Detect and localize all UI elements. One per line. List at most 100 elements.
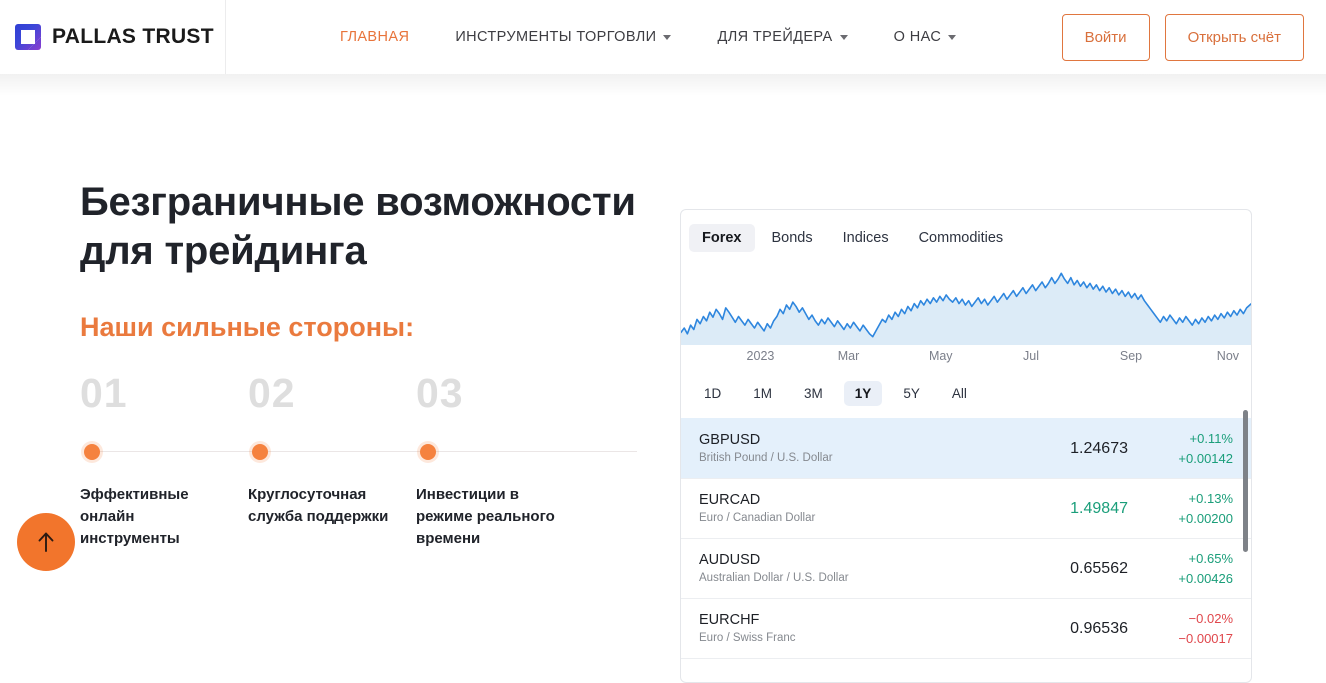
strength-title-02: Круглосуточная служба поддержки [248,486,389,526]
nav-item-about-us-label: О НАС [893,29,942,45]
chart-x-axis: 2023 Mar May Jul Sep Nov [681,349,1251,371]
quote-change: −0.02% −0.00017 [1128,609,1233,649]
price-area-chart [681,265,1251,345]
market-quotes-widget: Forex Bonds Indices Commodities 2023 Mar M… [680,209,1252,683]
quote-description: British Pound / U.S. Dollar [699,452,833,465]
nav-item-home[interactable]: ГЛАВНАЯ [340,29,409,45]
quote-info: EURCHF Euro / Swiss Franc [699,610,1010,648]
quote-change-pct: +0.11% [1189,430,1234,446]
nav-item-home-label: ГЛАВНАЯ [340,29,410,45]
hero-text-block: Безграничные возможности для трейдинга Н… [80,178,660,343]
quote-change-abs: +0.00426 [1178,570,1233,586]
quote-description: Australian Dollar / U.S. Dollar [699,572,849,585]
timeline-dot-01 [84,444,100,460]
quote-change-pct: −0.14% [1128,679,1233,682]
timeline-dot-02 [252,444,268,460]
range-5y[interactable]: 5Y [892,381,931,406]
range-3m[interactable]: 3M [793,381,834,406]
quote-change-pct: +0.13% [1188,490,1233,506]
x-axis-tick-sep: Sep [1119,349,1143,363]
quote-symbol: AUDUSD [699,551,761,568]
range-1m[interactable]: 1M [742,381,783,406]
table-row[interactable]: AUDUSD Australian Dollar / U.S. Dollar 0… [681,538,1251,598]
scroll-to-top-button[interactable] [17,513,75,571]
quote-symbol: EURCHF [699,611,760,628]
tab-forex[interactable]: Forex [689,224,755,252]
quote-change: −0.14% [1128,679,1233,682]
nav-item-about-us[interactable]: О НАС [894,29,957,45]
strength-number-02: 02 [248,370,296,416]
range-1y[interactable]: 1Y [843,381,883,406]
quote-info: GBPCHF [699,678,1010,682]
quote-symbol: GBPUSD [699,431,761,448]
quote-price: 1.49847 [1070,499,1128,517]
page-content: Безграничные возможности для трейдинга Н… [0,74,1326,683]
nav-item-trading-instruments-label: ИНСТРУМЕНТЫ ТОРГОВЛИ [455,29,657,45]
quote-description: Euro / Swiss Franc [699,632,796,645]
quote-change-pct: +0.65% [1188,550,1233,566]
strength-title-03: Инвестиции в режиме реального времени [416,486,555,548]
strengths-titles: Эффективные онлайн инструменты Круглосут… [80,484,680,550]
strength-number-02-wrap: 02 [248,370,416,417]
strengths-timeline [80,441,680,463]
page-title: Безграничные возможности для трейдинга [80,180,636,273]
quote-info: EURCAD Euro / Canadian Dollar [699,490,1010,528]
x-axis-tick-may: May [928,349,953,363]
quote-price: 1.24673 [1070,439,1128,457]
timeline-dot-03 [420,444,436,460]
timeline-line [91,451,637,452]
quote-info: GBPUSD British Pound / U.S. Dollar [699,430,1010,468]
chart-range-selector: 1D 1M 3M 1Y 5Y All [681,371,1251,418]
table-row[interactable]: GBPCHF −0.14% [681,658,1251,682]
strength-number-03-wrap: 03 [416,370,584,417]
quote-change: +0.65% +0.00426 [1128,549,1233,589]
quote-info: AUDUSD Australian Dollar / U.S. Dollar [699,550,1010,588]
chevron-down-icon [948,34,957,40]
header-actions: Войти Открыть счёт [1061,13,1326,61]
x-axis-tick-jul: Jul [1023,349,1039,363]
nav-item-for-trader[interactable]: ДЛЯ ТРЕЙДЕРА [717,29,848,45]
open-account-button[interactable]: Открыть счёт [1164,13,1304,61]
tab-indices[interactable]: Indices [830,224,902,252]
strength-number-03: 03 [416,370,464,416]
quotes-list: GBPUSD British Pound / U.S. Dollar 1.246… [681,418,1251,682]
quotes-scrollbar-thumb[interactable] [1243,410,1248,552]
brand-logo[interactable]: PALLAS TRUST [0,0,226,74]
site-header: PALLAS TRUST ГЛАВНАЯ ИНСТРУМЕНТЫ ТОРГОВЛ… [0,0,1326,96]
table-row[interactable]: GBPUSD British Pound / U.S. Dollar 1.246… [681,418,1251,478]
quote-change-abs: +0.00200 [1178,510,1233,526]
x-axis-tick-nov: Nov [1216,349,1240,363]
strength-number-01-wrap: 01 [80,370,248,417]
chevron-down-icon [663,34,672,40]
tab-bonds[interactable]: Bonds [759,224,826,252]
table-row[interactable]: EURCAD Euro / Canadian Dollar 1.49847 +0… [681,478,1251,538]
main-navigation: ГЛАВНАЯ ИНСТРУМЕНТЫ ТОРГОВЛИ ДЛЯ ТРЕЙДЕР… [226,0,1062,74]
widget-tabs: Forex Bonds Indices Commodities [681,210,1251,260]
quote-price: 0.65562 [1070,559,1128,577]
quote-change: +0.11% +0.00142 [1128,429,1233,469]
chevron-down-icon [839,34,848,40]
table-row[interactable]: EURCHF Euro / Swiss Franc 0.96536 −0.02%… [681,598,1251,658]
login-button[interactable]: Войти [1061,13,1150,61]
strength-title-01: Эффективные онлайн инструменты [80,486,189,548]
quote-description: Euro / Canadian Dollar [699,512,816,525]
x-axis-tick-mar: Mar [837,349,860,363]
quote-symbol: GBPCHF [699,678,1010,682]
quote-change-pct: −0.02% [1188,610,1233,626]
quote-change: +0.13% +0.00200 [1128,489,1233,529]
strengths-numbers: 01 02 03 [80,370,680,417]
chart-svg [681,272,1251,345]
nav-item-trading-instruments[interactable]: ИНСТРУМЕНТЫ ТОРГОВЛИ [455,29,672,45]
tab-commodities[interactable]: Commodities [906,224,1017,252]
brand-name: PALLAS TRUST [52,25,214,48]
quote-price: 0.96536 [1070,619,1128,637]
strength-number-01: 01 [80,370,128,416]
strengths-list: 01 02 03 Эффективные онлайн инструменты … [80,370,680,670]
quote-symbol: EURCAD [699,491,761,508]
range-1d[interactable]: 1D [693,381,732,406]
range-all[interactable]: All [941,381,978,406]
arrow-up-icon [38,532,54,552]
quote-change-abs: −0.00017 [1178,630,1233,646]
x-axis-tick-2023: 2023 [746,349,775,363]
pallas-logo-icon [15,24,41,50]
